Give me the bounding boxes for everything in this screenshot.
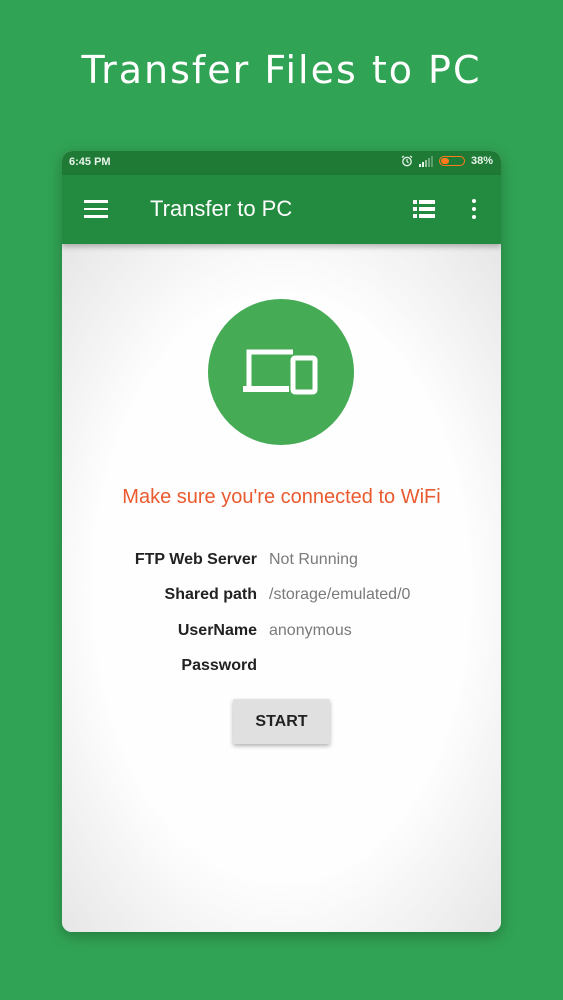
username-label: UserName	[177, 622, 257, 639]
shared-path-value: /storage/emulated/0	[269, 586, 411, 603]
status-icons: 38%	[401, 155, 493, 167]
info-row-ftp: FTP Web Server Not Running	[62, 551, 501, 573]
signal-icon	[418, 155, 433, 167]
list-view-icon[interactable]	[413, 200, 435, 223]
info-row-path: Shared path /storage/emulated/0	[62, 586, 501, 608]
alarm-icon	[401, 155, 413, 167]
hero-circle	[208, 299, 354, 445]
battery-icon	[438, 156, 465, 166]
main-content: Make sure you're connected to WiFi FTP W…	[62, 244, 501, 932]
promo-title: Transfer Files to PC	[81, 48, 482, 92]
shared-path-label: Shared path	[164, 586, 257, 603]
battery-percent: 38%	[470, 155, 493, 167]
phone-screen: 6:45 PM 38% Transfer to PC Make sure you…	[62, 151, 501, 932]
ftp-server-status: Not Running	[269, 551, 358, 568]
info-row-password: Password	[62, 657, 501, 679]
more-vert-icon[interactable]	[466, 198, 482, 220]
app-title: Transfer to PC	[150, 196, 293, 221]
app-bar: Transfer to PC	[62, 175, 501, 244]
status-bar: 6:45 PM 38%	[62, 151, 501, 175]
ftp-server-label: FTP Web Server	[134, 551, 257, 568]
laptop-phone-icon	[243, 349, 318, 395]
menu-icon[interactable]	[84, 200, 108, 218]
username-value: anonymous	[269, 622, 352, 639]
battery-level	[440, 158, 449, 164]
info-row-username: UserName anonymous	[62, 622, 501, 644]
wifi-warning: Make sure you're connected to WiFi	[122, 486, 441, 508]
start-button[interactable]: START	[233, 699, 330, 744]
status-time: 6:45 PM	[69, 156, 111, 168]
password-label: Password	[181, 657, 257, 674]
